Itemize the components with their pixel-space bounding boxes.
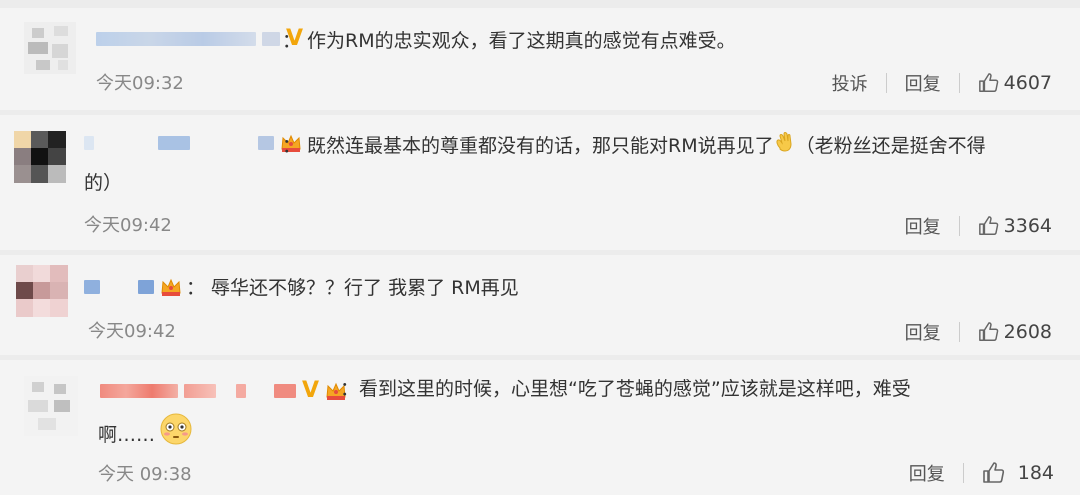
like-button[interactable]: 3364 [978,215,1052,237]
like-button[interactable]: 184 [982,461,1054,485]
comment-actions: 回复 2608 [905,319,1052,345]
thumbs-up-icon [978,322,998,341]
comment-text-continued: 的） [84,172,123,194]
comment-time: 今天09:42 [88,321,176,342]
comment-text: ： 作为RM的忠实观众，看了这期真的感觉有点难受。 [282,30,736,52]
crown-badge-icon [160,277,182,297]
username[interactable]: V [96,26,303,51]
avatar[interactable] [24,22,76,74]
verified-v-icon: V [302,378,320,403]
like-count: 3364 [1003,215,1052,237]
avatar[interactable] [24,376,78,436]
divider [958,73,960,93]
divider [958,216,960,236]
comment-card: ： 辱华还不够？？行了 我累了 RM再见 今天09:42 回复 2608 [0,255,1080,355]
comment-card: V ：看到这里的时候，心里想“吃了苍蝇的感觉”应该就是这样吧，难受 啊…… 今天… [0,360,1080,495]
thumbs-up-icon [978,216,998,235]
comment-text-continued: 啊…… [98,412,193,459]
avatar[interactable] [14,131,66,183]
comment-actions: 投诉 回复 4607 [832,70,1052,96]
divider [958,322,960,342]
comment-time: 今天 09:38 [98,464,192,485]
comment-actions: 回复 184 [909,460,1054,486]
reply-button[interactable]: 回复 [909,460,945,486]
comment-text: ： 辱华还不够？？行了 我累了 RM再见 [186,277,519,299]
comment-time: 今天09:32 [96,73,184,94]
comment-text: ： 既然连最基本的尊重都没有的话，那只能对RM说再见了 （老粉丝还是挺舍不得 [282,128,986,165]
thumbs-up-icon [978,73,998,92]
comment-time: 今天09:42 [84,215,172,236]
flushed-face-emoji [159,412,193,459]
username[interactable] [84,133,302,153]
comment-text: ：看到这里的时候，心里想“吃了苍蝇的感觉”应该就是这样吧，难受 [340,378,911,400]
avatar[interactable] [16,265,68,317]
like-count: 184 [1017,462,1054,484]
comment-card: V ： 作为RM的忠实观众，看了这期真的感觉有点难受。 今天09:32 投诉 回… [0,8,1080,110]
comment-actions: 回复 3364 [905,213,1052,239]
username[interactable] [84,277,182,297]
like-button[interactable]: 2608 [978,321,1052,343]
report-button[interactable]: 投诉 [832,70,868,96]
waving-hand-emoji [774,128,796,165]
thumbs-up-icon [982,462,1004,483]
divider [885,73,887,93]
like-count: 4607 [1003,72,1052,94]
reply-button[interactable]: 回复 [905,70,941,96]
reply-button[interactable]: 回复 [905,213,941,239]
reply-button[interactable]: 回复 [905,319,941,345]
username[interactable]: V [100,378,347,403]
like-button[interactable]: 4607 [978,72,1052,94]
comment-card: ： 既然连最基本的尊重都没有的话，那只能对RM说再见了 （老粉丝还是挺舍不得 的）… [0,115,1080,250]
divider [962,463,964,483]
like-count: 2608 [1003,321,1052,343]
